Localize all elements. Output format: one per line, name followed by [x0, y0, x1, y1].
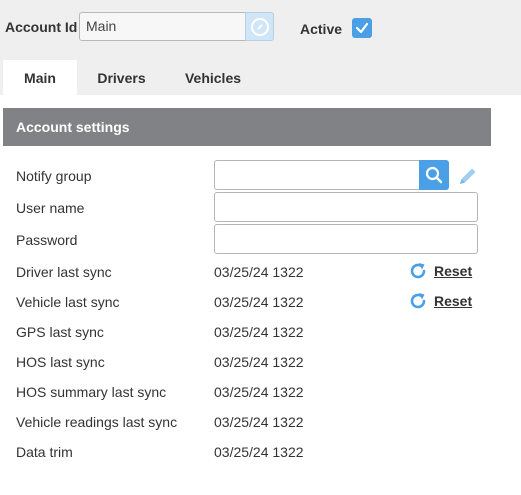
- vehicle-readings-last-sync-value: 03/25/24 1322: [214, 414, 304, 430]
- password-label: Password: [16, 232, 78, 248]
- vehicle-last-sync-value: 03/25/24 1322: [214, 294, 304, 310]
- tab-vehicles[interactable]: Vehicles: [175, 60, 251, 95]
- search-button[interactable]: [419, 160, 449, 190]
- notify-group-input[interactable]: [214, 160, 420, 190]
- active-label: Active: [300, 21, 343, 37]
- driver-last-sync-label: Driver last sync: [16, 264, 112, 280]
- account-id-field[interactable]: Main: [79, 12, 246, 41]
- vehicle-readings-last-sync-label: Vehicle readings last sync: [16, 414, 178, 430]
- driver-reset-button[interactable]: Reset: [408, 261, 472, 281]
- password-input[interactable]: [214, 224, 478, 254]
- edit-pencil-icon[interactable]: [457, 165, 479, 187]
- hos-last-sync-value: 03/25/24 1322: [214, 354, 304, 370]
- gps-last-sync-label: GPS last sync: [16, 324, 104, 340]
- active-checkbox[interactable]: [352, 18, 372, 38]
- hos-summary-last-sync-value: 03/25/24 1322: [214, 384, 304, 400]
- notify-group-label: Notify group: [16, 168, 92, 184]
- hos-last-sync-label: HOS last sync: [16, 354, 105, 370]
- data-trim-value: 03/25/24 1322: [214, 444, 304, 460]
- vehicle-reset-button[interactable]: Reset: [408, 291, 472, 311]
- compass-icon: [250, 17, 269, 36]
- data-trim-label: Data trim: [16, 444, 73, 460]
- account-id-label: Account Id: [5, 19, 78, 35]
- vehicle-last-sync-label: Vehicle last sync: [16, 294, 120, 310]
- driver-reset-label: Reset: [434, 263, 473, 279]
- account-lookup-button[interactable]: [245, 12, 274, 41]
- section-header: Account settings: [3, 108, 491, 146]
- vehicle-reset-label: Reset: [434, 293, 473, 309]
- refresh-icon: [410, 293, 426, 309]
- tab-main[interactable]: Main: [3, 60, 77, 95]
- driver-last-sync-value: 03/25/24 1322: [214, 264, 304, 280]
- search-icon: [425, 166, 443, 184]
- hos-summary-last-sync-label: HOS summary last sync: [16, 384, 167, 400]
- refresh-icon: [410, 263, 426, 279]
- gps-last-sync-value: 03/25/24 1322: [214, 324, 304, 340]
- tab-drivers[interactable]: Drivers: [85, 60, 158, 95]
- checkmark-icon: [355, 22, 369, 34]
- user-name-label: User name: [16, 200, 85, 216]
- user-name-input[interactable]: [214, 192, 478, 222]
